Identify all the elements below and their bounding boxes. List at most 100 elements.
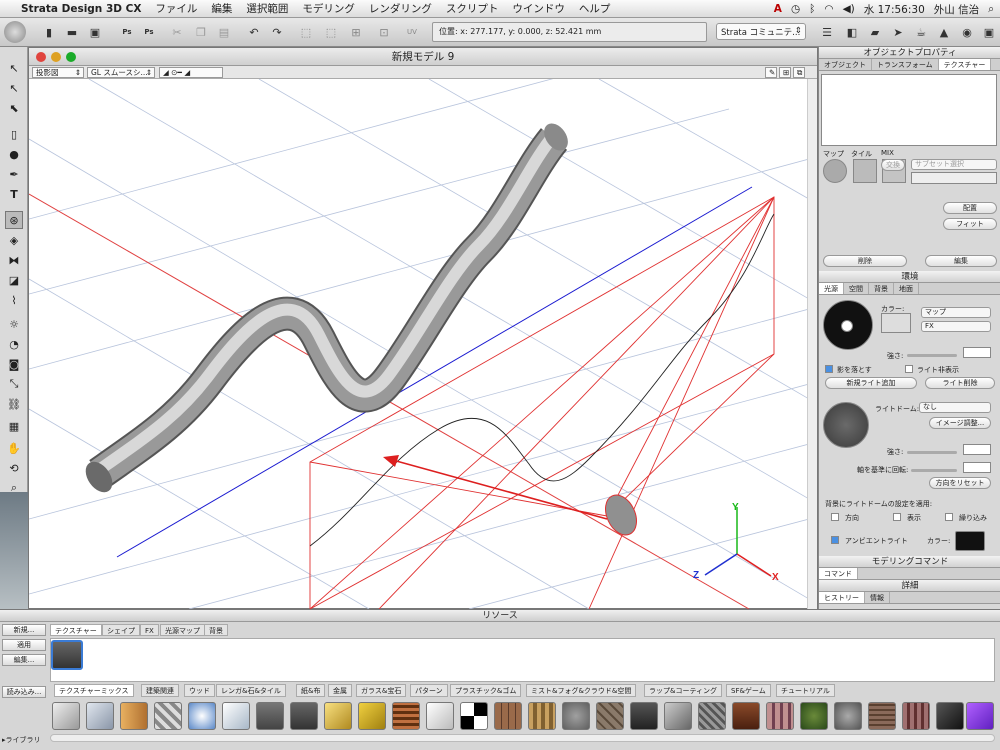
subset-select[interactable]: サブセット選択: [911, 159, 997, 170]
texture-thumb[interactable]: [766, 702, 794, 730]
new-resource-button[interactable]: 新規...: [2, 624, 46, 636]
community-select[interactable]: Strata コミュニテ... ⇕: [716, 23, 806, 40]
res-tab-lightmap[interactable]: 光源マップ: [160, 624, 205, 636]
path-icon[interactable]: ⤡: [5, 375, 23, 393]
paste-icon[interactable]: ▤: [215, 23, 233, 41]
reset-direction-button[interactable]: 方向をリセット: [929, 477, 991, 489]
texture-thumb[interactable]: [256, 702, 284, 730]
texture-thumb[interactable]: [630, 702, 658, 730]
display-checkbox[interactable]: [893, 513, 901, 521]
image-adjust-button[interactable]: イメージ調整...: [929, 417, 991, 429]
cat-sf-game[interactable]: SF&ゲーム: [726, 684, 771, 697]
close-button[interactable]: [36, 52, 46, 62]
load-resource-button[interactable]: 読み込み...: [2, 686, 46, 698]
pen-icon[interactable]: ✒: [5, 165, 23, 183]
cat-brick[interactable]: レンガ&石&タイル: [216, 684, 286, 697]
cat-wrap[interactable]: ラップ&コーティング: [644, 684, 723, 697]
direction-checkbox[interactable]: [831, 513, 839, 521]
resource-thumb[interactable]: [51, 640, 83, 670]
texture-thumb[interactable]: [698, 702, 726, 730]
menubar-user[interactable]: 外山 信治: [934, 2, 979, 17]
light-color-swatch[interactable]: [881, 313, 911, 333]
hide-light-checkbox[interactable]: [905, 365, 913, 373]
group-icon[interactable]: ⬚: [297, 23, 315, 41]
teapot-icon[interactable]: ☕: [912, 23, 930, 41]
cat-plastic[interactable]: プラスチック&ゴム: [450, 684, 522, 697]
subset-field[interactable]: [911, 172, 997, 184]
select-arrow-icon[interactable]: ↖: [5, 59, 23, 77]
hand-icon[interactable]: ✋: [5, 439, 23, 457]
rotate-view-icon[interactable]: ⟲: [5, 459, 23, 477]
dome-select[interactable]: なし: [919, 402, 991, 413]
texture-thumb[interactable]: [222, 702, 250, 730]
resource-list[interactable]: [50, 638, 995, 682]
menu-window[interactable]: ウインドウ: [505, 1, 572, 16]
texture-thumb[interactable]: [664, 702, 692, 730]
scene-canvas[interactable]: Y X Z: [28, 68, 810, 610]
ambient-checkbox[interactable]: [831, 536, 839, 544]
viewport-scrollbar[interactable]: [807, 79, 817, 609]
clock-icon[interactable]: ◷: [791, 3, 800, 15]
app-menu[interactable]: Strata Design 3D CX: [14, 3, 148, 15]
tab-info[interactable]: 情報: [865, 592, 890, 603]
rotate-slider[interactable]: [911, 469, 957, 472]
chain-icon[interactable]: ⛓: [5, 395, 23, 413]
texture-thumb[interactable]: [358, 702, 386, 730]
texture-thumb[interactable]: [834, 702, 862, 730]
cube-icon[interactable]: ◧: [843, 23, 861, 41]
bluetooth-icon[interactable]: ᛒ: [809, 3, 815, 15]
res-tab-background[interactable]: 背景: [204, 624, 228, 636]
tab-transform[interactable]: トランスフォーム: [872, 59, 939, 70]
menu-modeling[interactable]: モデリング: [295, 1, 362, 16]
photoshop-import-icon[interactable]: Ps: [140, 23, 158, 41]
delete-button[interactable]: 削除: [823, 255, 907, 267]
texture-thumb[interactable]: [426, 702, 454, 730]
texture-thumb[interactable]: [154, 702, 182, 730]
swap-button[interactable]: 交換: [881, 159, 905, 171]
tab-space[interactable]: 空間: [844, 283, 869, 294]
edit-button[interactable]: 編集: [925, 255, 997, 267]
library-toggle[interactable]: ▸ライブラリ: [2, 734, 48, 746]
undo-icon[interactable]: ↶: [245, 23, 263, 41]
texture-thumb[interactable]: [528, 702, 556, 730]
texture-thumb[interactable]: [494, 702, 522, 730]
tab-light[interactable]: 光源: [819, 283, 844, 294]
cube-tool-icon[interactable]: ◪: [5, 271, 23, 289]
light-source[interactable]: [599, 490, 642, 540]
texture-thumb[interactable]: [460, 702, 488, 730]
light-dome-preview[interactable]: [823, 402, 869, 448]
texture-thumb[interactable]: [800, 702, 828, 730]
fx-select[interactable]: FX: [921, 321, 991, 332]
apply-resource-button[interactable]: 適用: [2, 639, 46, 651]
add-light-button[interactable]: 新規ライト追加: [825, 377, 917, 389]
split-view-icon[interactable]: ⧉: [793, 67, 805, 78]
wifi-icon[interactable]: ◠: [824, 3, 833, 15]
ambient-color-swatch[interactable]: [955, 531, 985, 551]
resource-scrollbar[interactable]: [50, 734, 995, 742]
shading-slider[interactable]: ◢ ⊙━ ◢: [159, 67, 223, 78]
open-file-icon[interactable]: ▬: [63, 23, 81, 41]
menu-script[interactable]: スクリプト: [439, 1, 506, 16]
adobe-icon[interactable]: A: [774, 3, 782, 15]
shadow-checkbox[interactable]: [825, 365, 833, 373]
align-icon[interactable]: ⊞: [347, 23, 365, 41]
minimize-button[interactable]: [51, 52, 61, 62]
cat-pattern[interactable]: パターン: [410, 684, 448, 697]
cut-icon[interactable]: ✂: [168, 23, 186, 41]
dome-strength-field[interactable]: [963, 444, 991, 455]
camera-tool-icon[interactable]: ◙: [5, 355, 23, 373]
menu-file[interactable]: ファイル: [148, 1, 204, 16]
texture-thumb[interactable]: [936, 702, 964, 730]
cat-tutorial[interactable]: チュートリアル: [776, 684, 835, 697]
texture-thumb[interactable]: [596, 702, 624, 730]
menu-selection[interactable]: 選択範囲: [239, 1, 295, 16]
shading-select[interactable]: GL スムースシ... ⇕: [87, 67, 155, 78]
bottle-icon[interactable]: ▲: [935, 23, 953, 41]
extrude-icon[interactable]: ◈: [5, 231, 23, 249]
texture-thumb[interactable]: [52, 702, 80, 730]
texture-thumb[interactable]: [966, 702, 994, 730]
viewport-3d[interactable]: Y X Z: [28, 68, 810, 610]
light-bulb-icon[interactable]: ☼: [5, 315, 23, 333]
grid-tool-icon[interactable]: ▦: [5, 417, 23, 435]
redo-icon[interactable]: ↷: [268, 23, 286, 41]
